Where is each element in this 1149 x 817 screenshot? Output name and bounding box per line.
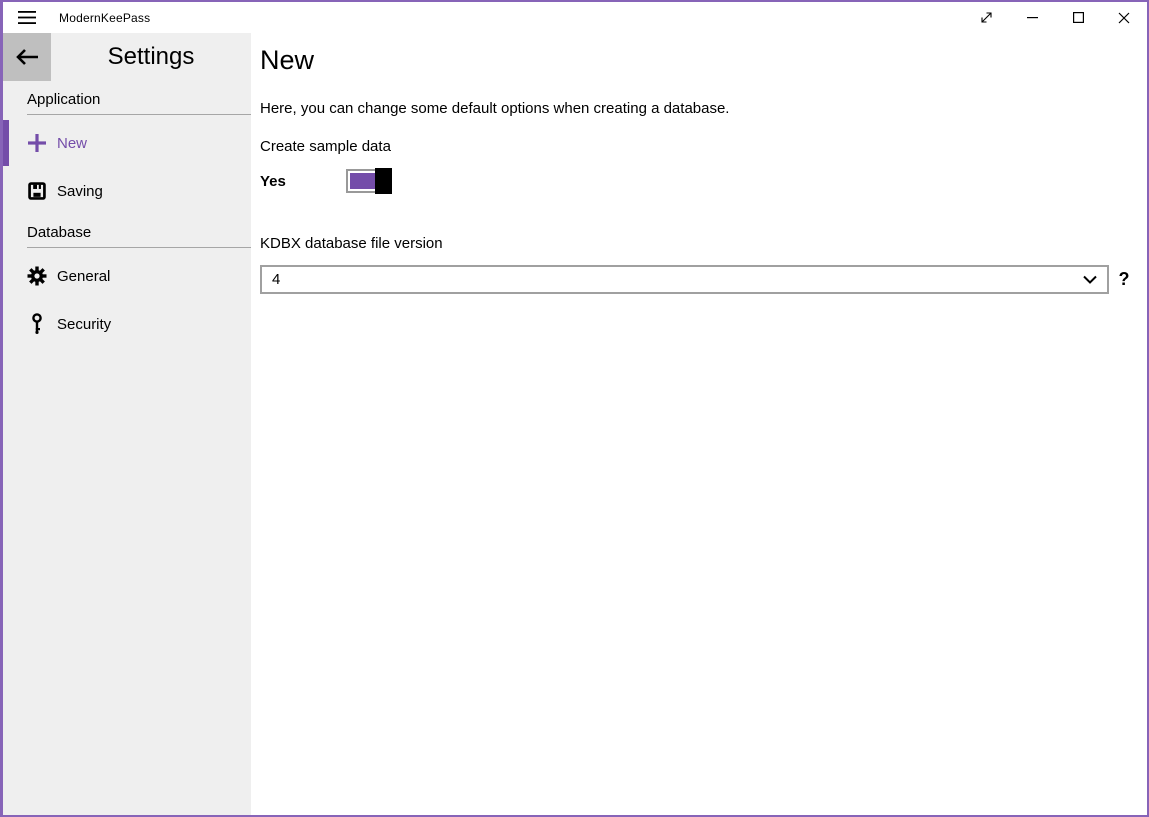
page-description: Here, you can change some default option…: [260, 100, 1137, 117]
hamburger-menu-button[interactable]: [3, 2, 51, 33]
sidebar-item-label: General: [57, 268, 110, 285]
sidebar-item-saving[interactable]: Saving: [3, 168, 251, 214]
app-window: ModernKeePass: [0, 0, 1149, 817]
combobox-selected-value: 4: [272, 271, 1083, 288]
settings-page-new: New Here, you can change some default op…: [251, 33, 1147, 815]
create-sample-data-label: Create sample data: [260, 138, 1137, 155]
sidebar-title: Settings: [51, 33, 251, 81]
app-title: ModernKeePass: [59, 11, 150, 25]
sidebar-header: Settings: [3, 33, 251, 81]
database-nav-group: General Security: [3, 253, 251, 347]
create-sample-data-row: Yes: [260, 167, 1137, 195]
fullscreen-button[interactable]: [963, 2, 1009, 33]
save-icon: [27, 179, 47, 203]
sidebar-item-label: New: [57, 135, 87, 152]
sidebar-item-label: Security: [57, 316, 111, 333]
plus-icon: [27, 131, 47, 155]
toggle-state-label: Yes: [260, 173, 346, 190]
gear-icon: [27, 264, 47, 288]
maximize-button[interactable]: [1055, 2, 1101, 33]
sidebar-item-general[interactable]: General: [3, 253, 251, 299]
section-header-application: Application: [27, 91, 251, 115]
back-arrow-icon: [15, 48, 39, 66]
sidebar-item-label: Saving: [57, 183, 103, 200]
minimize-icon: [1027, 12, 1038, 23]
toggle-thumb[interactable]: [375, 168, 392, 194]
fullscreen-icon: [980, 11, 993, 24]
titlebar: ModernKeePass: [3, 2, 1147, 33]
key-icon: [27, 312, 47, 336]
maximize-icon: [1073, 12, 1084, 23]
sidebar-item-new[interactable]: New: [3, 120, 251, 166]
close-button[interactable]: [1101, 2, 1147, 33]
minimize-button[interactable]: [1009, 2, 1055, 33]
create-sample-data-toggle[interactable]: [346, 169, 392, 193]
window-controls: [963, 2, 1147, 33]
kdbx-version-combobox[interactable]: 4: [260, 265, 1109, 294]
back-button[interactable]: [3, 33, 51, 81]
chevron-down-icon: [1083, 275, 1097, 284]
settings-sidebar: Settings Application New: [3, 33, 251, 815]
sidebar-item-security[interactable]: Security: [3, 301, 251, 347]
toggle-fill: [350, 173, 377, 189]
close-icon: [1118, 12, 1130, 24]
application-nav-group: New Saving: [3, 120, 251, 214]
kdbx-version-label: KDBX database file version: [260, 235, 1137, 252]
app-body: Settings Application New: [3, 33, 1147, 815]
page-title: New: [260, 45, 1137, 76]
kdbx-version-row: 4 ?: [260, 265, 1137, 294]
hamburger-icon: [18, 11, 36, 25]
kdbx-version-help[interactable]: ?: [1111, 269, 1137, 290]
section-header-database: Database: [27, 224, 251, 248]
